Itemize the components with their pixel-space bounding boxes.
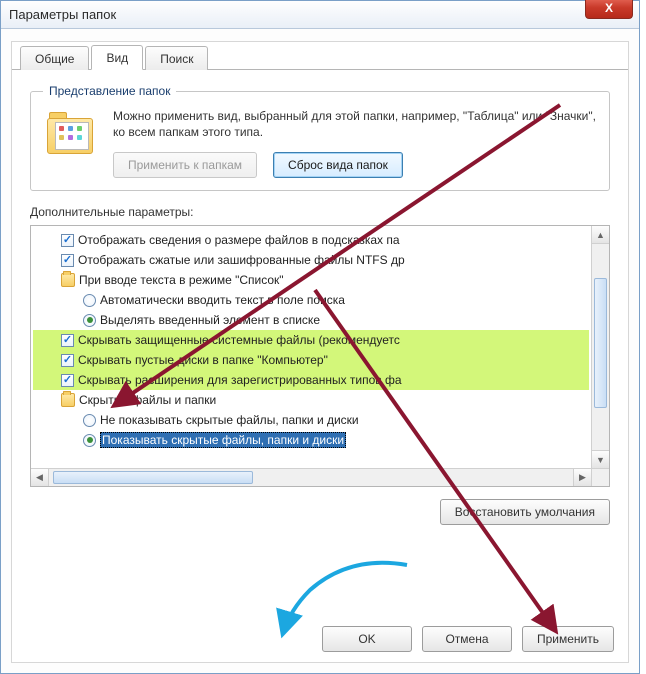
tree-row-label: Автоматически вводить текст в поле поиск… — [100, 293, 345, 307]
tree-row[interactable]: Скрывать пустые диски в папке "Компьютер… — [33, 350, 589, 370]
tree-row[interactable]: Автоматически вводить текст в поле поиск… — [33, 290, 589, 310]
apply-button[interactable]: Применить — [522, 626, 614, 652]
folder-options-window: Параметры папок X Общие Вид Поиск Предст… — [0, 0, 640, 674]
apply-to-folders-button[interactable]: Применить к папкам — [113, 152, 257, 178]
dialog-content: Общие Вид Поиск Представление папок — [11, 41, 629, 663]
scroll-corner — [591, 468, 609, 486]
tree-row-label: При вводе текста в режиме "Список" — [79, 273, 284, 287]
folder-node-icon[interactable] — [61, 273, 75, 287]
tab-view[interactable]: Вид — [91, 45, 143, 70]
tree-row-label: Скрывать защищенные системные файлы (рек… — [78, 333, 400, 347]
tree-row-label: Скрывать расширения для зарегистрированн… — [78, 373, 402, 387]
checkbox-icon[interactable] — [61, 334, 74, 347]
tree-row-label: Отображать сведения о размере файлов в п… — [78, 233, 400, 247]
tree-row[interactable]: Показывать скрытые файлы, папки и диски — [33, 430, 589, 450]
radio-icon[interactable] — [83, 294, 96, 307]
tree-row[interactable]: При вводе текста в режиме "Список" — [33, 270, 589, 290]
scroll-up-icon[interactable]: ▲ — [592, 226, 609, 244]
titlebar: Параметры папок X — [1, 1, 639, 29]
ok-button[interactable]: OK — [322, 626, 412, 652]
reset-folders-button[interactable]: Сброс вида папок — [273, 152, 403, 178]
close-button[interactable]: X — [585, 0, 633, 19]
vscroll-thumb[interactable] — [594, 278, 607, 408]
radio-icon[interactable] — [83, 434, 96, 447]
tree-row-label: Скрывать пустые диски в папке "Компьютер… — [78, 353, 328, 367]
tab-strip: Общие Вид Поиск — [12, 42, 628, 70]
hscroll-thumb[interactable] — [53, 471, 253, 484]
tree-row-label: Выделять введенный элемент в списке — [100, 313, 320, 327]
window-title: Параметры папок — [9, 7, 116, 22]
tree-row[interactable]: Скрывать расширения для зарегистрированн… — [33, 370, 589, 390]
restore-defaults-button[interactable]: Восстановить умолчания — [440, 499, 610, 525]
folder-icon — [43, 108, 99, 164]
vertical-scrollbar[interactable]: ▲ ▼ — [591, 226, 609, 468]
close-icon: X — [605, 1, 613, 15]
tree-row-label: Отображать сжатые или зашифрованные файл… — [78, 253, 405, 267]
tree-row-label: Скрытые файлы и папки — [79, 393, 216, 407]
scroll-left-icon[interactable]: ◀ — [31, 469, 49, 486]
horizontal-scrollbar[interactable]: ◀ ▶ — [31, 468, 591, 486]
checkbox-icon[interactable] — [61, 354, 74, 367]
checkbox-icon[interactable] — [61, 234, 74, 247]
tab-search[interactable]: Поиск — [145, 46, 208, 70]
folder-view-desc: Можно применить вид, выбранный для этой … — [113, 108, 597, 140]
tree-row[interactable]: Скрытые файлы и папки — [33, 390, 589, 410]
tree-row-label: Не показывать скрытые файлы, папки и дис… — [100, 413, 359, 427]
scroll-right-icon[interactable]: ▶ — [573, 469, 591, 486]
tree-row[interactable]: Отображать сведения о размере файлов в п… — [33, 230, 589, 250]
cancel-button[interactable]: Отмена — [422, 626, 512, 652]
scroll-down-icon[interactable]: ▼ — [592, 450, 609, 468]
radio-icon[interactable] — [83, 414, 96, 427]
advanced-tree-viewport[interactable]: Отображать сведения о размере файлов в п… — [31, 226, 591, 468]
checkbox-icon[interactable] — [61, 374, 74, 387]
radio-icon[interactable] — [83, 314, 96, 327]
advanced-tree: Отображать сведения о размере файлов в п… — [30, 225, 610, 487]
tab-general[interactable]: Общие — [20, 46, 89, 70]
tree-row[interactable]: Выделять введенный элемент в списке — [33, 310, 589, 330]
dialog-button-row: OK Отмена Применить — [322, 626, 614, 652]
folder-node-icon[interactable] — [61, 393, 75, 407]
folder-view-legend: Представление папок — [43, 84, 176, 98]
tree-row[interactable]: Отображать сжатые или зашифрованные файл… — [33, 250, 589, 270]
tree-row-label: Показывать скрытые файлы, папки и диски — [100, 432, 346, 448]
advanced-label: Дополнительные параметры: — [30, 205, 610, 219]
tab-panel-view: Представление папок Можно применить вид,… — [12, 70, 628, 535]
checkbox-icon[interactable] — [61, 254, 74, 267]
tree-row[interactable]: Не показывать скрытые файлы, папки и дис… — [33, 410, 589, 430]
tree-row[interactable]: Скрывать защищенные системные файлы (рек… — [33, 330, 589, 350]
folder-view-group: Представление папок Можно применить вид,… — [30, 84, 610, 191]
